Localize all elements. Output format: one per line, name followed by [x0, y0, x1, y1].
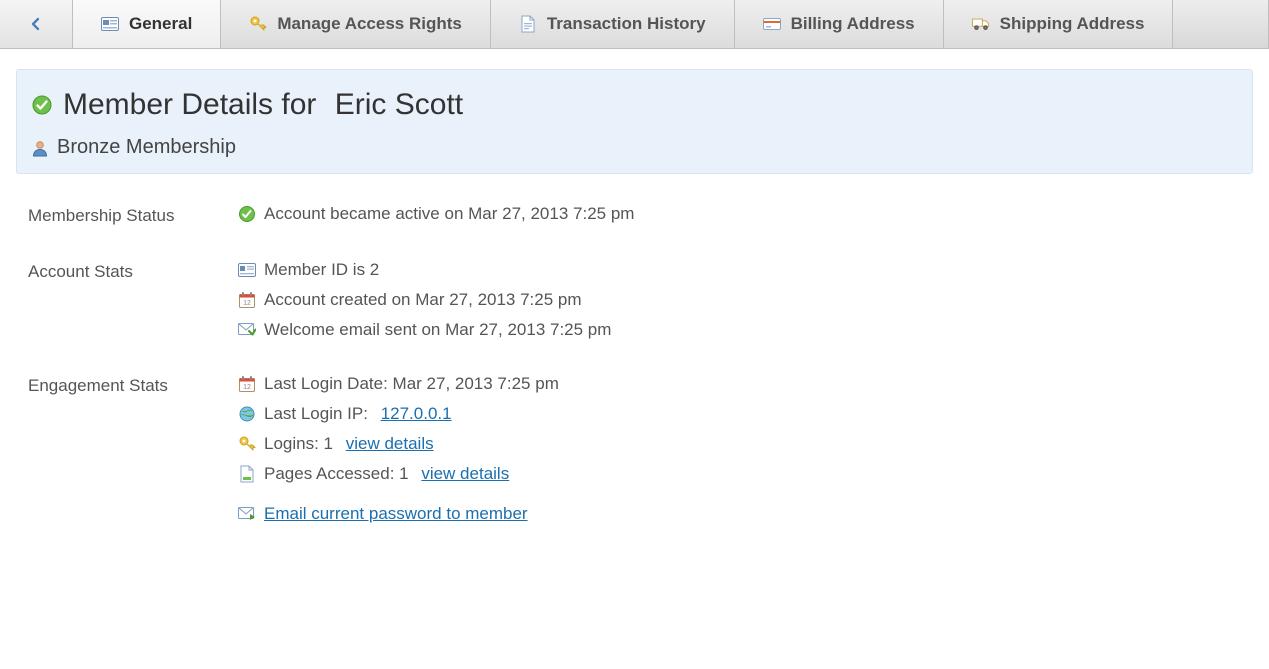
left-arrow-icon [27, 15, 45, 33]
page-title: Member Details for Eric Scott [31, 88, 1238, 122]
tab-access-rights-label: Manage Access Rights [277, 14, 462, 34]
membership-level: Bronze Membership [31, 136, 1238, 159]
member-id-text: Member ID is 2 [264, 260, 379, 280]
pages-accessed-text: Pages Accessed: 1 [264, 464, 413, 484]
last-login-ip-link[interactable]: 127.0.0.1 [381, 404, 452, 424]
account-created-text: Account created on Mar 27, 2013 7:25 pm [264, 290, 582, 310]
svg-text:12: 12 [243, 300, 251, 307]
email-password-link[interactable]: Email current password to member [264, 504, 528, 524]
last-login-ip-row: Last Login IP: 127.0.0.1 [238, 404, 1269, 424]
tab-billing-address-label: Billing Address [791, 14, 915, 34]
tab-bar: General Manage Access Rights Transaction… [0, 0, 1269, 49]
section-account-stats: Account Stats Member ID is 2 12 Account … [0, 260, 1269, 340]
billing-icon [763, 15, 781, 33]
document-icon [519, 15, 537, 33]
tab-shipping-address[interactable]: Shipping Address [944, 0, 1174, 48]
pages-accessed-row: Pages Accessed: 1 view details [238, 464, 1269, 484]
label-membership-status: Membership Status [28, 204, 238, 226]
welcome-email-text: Welcome email sent on Mar 27, 2013 7:25 … [264, 320, 611, 340]
user-icon [31, 139, 49, 157]
tab-shipping-address-label: Shipping Address [1000, 14, 1145, 34]
calendar-icon: 12 [238, 375, 256, 393]
page-title-name: Eric Scott [335, 88, 463, 122]
account-created-row: 12 Account created on Mar 27, 2013 7:25 … [238, 290, 1269, 310]
section-engagement-stats: Engagement Stats 12 Last Login Date: Mar… [0, 374, 1269, 524]
tab-general[interactable]: General [73, 0, 221, 48]
truck-icon [972, 15, 990, 33]
status-row: Account became active on Mar 27, 2013 7:… [238, 204, 1269, 224]
key-icon [249, 15, 267, 33]
check-circle-icon [31, 94, 53, 116]
welcome-email-row: Welcome email sent on Mar 27, 2013 7:25 … [238, 320, 1269, 340]
last-login-text: Last Login Date: Mar 27, 2013 7:25 pm [264, 374, 559, 394]
tab-billing-address[interactable]: Billing Address [735, 0, 944, 48]
key-icon [238, 435, 256, 453]
tab-transaction-history[interactable]: Transaction History [491, 0, 735, 48]
title-panel: Member Details for Eric Scott Bronze Mem… [16, 69, 1253, 174]
mail-send-icon [238, 505, 256, 523]
globe-icon [238, 405, 256, 423]
logins-count-text: Logins: 1 [264, 434, 338, 454]
check-circle-icon [238, 205, 256, 223]
pages-view-details-link[interactable]: view details [421, 464, 509, 484]
tab-access-rights[interactable]: Manage Access Rights [221, 0, 491, 48]
tab-transaction-history-label: Transaction History [547, 14, 706, 34]
label-account-stats: Account Stats [28, 260, 238, 340]
logins-view-details-link[interactable]: view details [346, 434, 434, 454]
svg-text:12: 12 [243, 384, 251, 391]
label-engagement-stats: Engagement Stats [28, 374, 238, 524]
mail-sent-icon [238, 321, 256, 339]
email-password-row: Email current password to member [238, 504, 1269, 524]
last-login-row: 12 Last Login Date: Mar 27, 2013 7:25 pm [238, 374, 1269, 394]
card-icon [101, 15, 119, 33]
tab-general-label: General [129, 14, 192, 34]
card-icon [238, 261, 256, 279]
membership-level-text: Bronze Membership [57, 136, 236, 159]
calendar-icon: 12 [238, 291, 256, 309]
status-text: Account became active on Mar 27, 2013 7:… [264, 204, 634, 224]
member-id-row: Member ID is 2 [238, 260, 1269, 280]
page-title-prefix: Member Details for [63, 88, 325, 122]
section-membership-status: Membership Status Account became active … [0, 204, 1269, 226]
page-icon [238, 465, 256, 483]
last-login-ip-label: Last Login IP: [264, 404, 373, 424]
logins-count-row: Logins: 1 view details [238, 434, 1269, 454]
back-button[interactable] [0, 0, 73, 48]
